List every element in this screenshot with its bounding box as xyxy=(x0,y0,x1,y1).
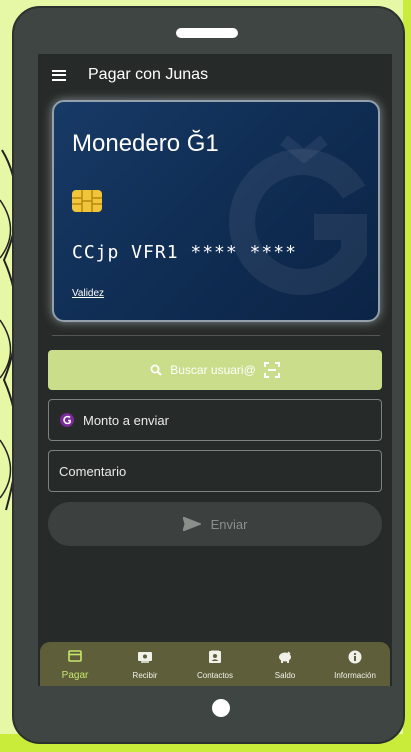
send-label: Enviar xyxy=(210,516,248,532)
menu-icon[interactable] xyxy=(52,69,66,81)
g1-watermark-icon xyxy=(229,135,367,295)
contacts-icon xyxy=(209,649,221,665)
divider xyxy=(52,335,380,336)
comment-field[interactable]: Comentario xyxy=(48,450,382,492)
validity-link[interactable]: Validez xyxy=(72,288,104,299)
nav-label: Recibir xyxy=(132,670,158,680)
search-user-label: Buscar usuari@ xyxy=(170,363,256,377)
chip-icon xyxy=(72,190,102,212)
page-title: Pagar con Junas xyxy=(88,66,209,83)
piggy-bank-icon xyxy=(278,649,292,665)
nav-item-informacion[interactable]: Información xyxy=(321,649,389,680)
nav-label: Saldo xyxy=(274,670,296,680)
nav-label: Pagar xyxy=(61,669,89,681)
wallet-card[interactable]: Monedero Ğ1 CCjp VFR1 **** **** Validez xyxy=(52,100,380,322)
nav-item-saldo[interactable]: Saldo xyxy=(251,649,319,680)
qr-scan-icon[interactable] xyxy=(263,362,280,378)
send-button[interactable]: Enviar xyxy=(48,502,382,546)
wallet-number: CCjp VFR1 **** **** xyxy=(72,242,297,263)
search-icon xyxy=(150,364,162,376)
comment-placeholder: Comentario xyxy=(59,463,127,479)
receive-icon xyxy=(138,649,152,665)
info-icon xyxy=(348,649,362,665)
nav-label: Contactos xyxy=(196,670,234,680)
nav-item-recibir[interactable]: Recibir xyxy=(111,649,179,680)
nav-label: Información xyxy=(334,670,376,680)
nav-item-pagar[interactable]: Pagar xyxy=(41,648,109,681)
g1-coin-icon xyxy=(60,413,74,427)
home-button[interactable] xyxy=(212,699,230,717)
app-screen: Pagar con Junas Monedero Ğ1 CCjp VFR1 **… xyxy=(38,54,392,686)
amount-placeholder: Monto a enviar xyxy=(83,412,169,428)
wallet-title: Monedero Ğ1 xyxy=(72,130,219,157)
search-user-button[interactable]: Buscar usuari@ xyxy=(48,350,382,390)
amount-field[interactable]: Monto a enviar xyxy=(48,399,382,441)
bottom-navigation: Pagar Recibir Contactos Saldo Informació… xyxy=(40,642,390,686)
credit-card-icon xyxy=(68,648,82,664)
send-icon xyxy=(182,517,201,531)
app-bar: Pagar con Junas xyxy=(38,54,392,96)
nav-item-contactos[interactable]: Contactos xyxy=(181,649,249,680)
phone-speaker xyxy=(176,28,238,38)
